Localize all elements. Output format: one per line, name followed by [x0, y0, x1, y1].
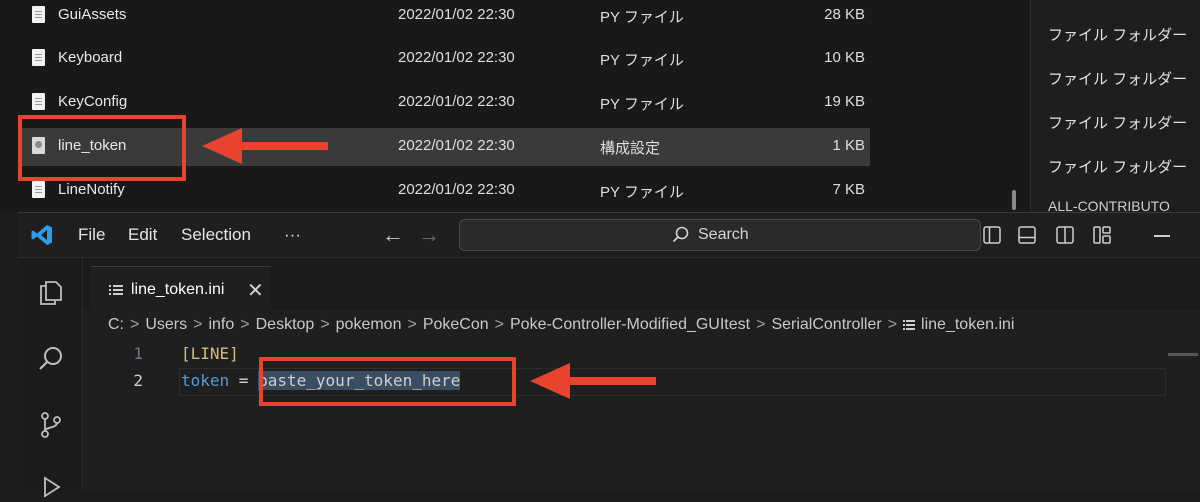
breadcrumb-item[interactable]: PokeCon	[423, 316, 489, 333]
explorer-scrollbar[interactable]	[1012, 190, 1016, 210]
file-date: 2022/01/02 22:30	[398, 181, 515, 198]
vscode-logo-icon	[31, 225, 52, 245]
activity-bar	[18, 258, 83, 498]
minimize-icon[interactable]	[1154, 235, 1170, 237]
folder-name-truncated: ALL-CONTRIBUTO	[1048, 198, 1170, 212]
file-type: PY ファイル	[600, 52, 684, 69]
menu-edit[interactable]: Edit	[128, 225, 157, 245]
ini-key: token	[181, 371, 230, 390]
file-row-keyboard[interactable]: Keyboard 2022/01/02 22:30 PY ファイル 10 KB	[20, 40, 870, 78]
explorer-files-icon[interactable]	[36, 276, 66, 306]
file-size: 10 KB	[824, 49, 865, 66]
breadcrumb-separator: >	[240, 316, 250, 333]
source-control-icon[interactable]	[36, 410, 66, 440]
breadcrumb-item[interactable]: info	[208, 316, 234, 333]
py-file-icon	[32, 49, 45, 66]
breadcrumb: C: > Users > info > Desktop > pokemon > PokeCon > Po…	[108, 316, 1014, 334]
breadcrumb-item[interactable]: line_token.ini	[921, 316, 1014, 333]
file-name: KeyConfig	[58, 93, 128, 110]
editor-tabs: line_token.ini ✕	[83, 258, 1200, 311]
file-type: PY ファイル	[600, 9, 684, 26]
file-size: 7 KB	[832, 181, 865, 198]
ini-file-icon	[903, 319, 916, 330]
breadcrumb-item[interactable]: Users	[145, 316, 187, 333]
py-file-icon	[32, 181, 45, 198]
folder-type-label: ファイル フォルダー	[1048, 71, 1188, 88]
title-bar: File Edit Selection ··· ← → Search	[18, 213, 1200, 258]
file-date: 2022/01/02 22:30	[398, 6, 515, 23]
breadcrumb-item[interactable]: C:	[108, 316, 124, 333]
folder-type-label: ファイル フォルダー	[1048, 115, 1188, 132]
file-date: 2022/01/02 22:30	[398, 93, 515, 110]
file-size: 1 KB	[832, 137, 865, 154]
file-type: PY ファイル	[600, 184, 684, 201]
search-icon	[672, 226, 689, 243]
ini-equals: =	[229, 371, 259, 390]
file-name: Keyboard	[58, 49, 123, 66]
file-name: GuiAssets	[58, 6, 127, 23]
breadcrumb-separator: >	[320, 316, 330, 333]
breadcrumb-item[interactable]: Poke-Controller-Modified_GUItest	[510, 316, 750, 333]
folder-type-label: ファイル フォルダー	[1048, 159, 1188, 176]
breadcrumb-separator: >	[130, 316, 140, 333]
file-size: 19 KB	[824, 93, 865, 110]
tab-line-token-ini[interactable]: line_token.ini ✕	[91, 266, 271, 311]
highlight-box-token	[259, 357, 516, 406]
file-date: 2022/01/02 22:30	[398, 49, 515, 66]
search-label: Search	[698, 226, 749, 243]
breadcrumb-separator: >	[494, 316, 504, 333]
breadcrumb-item[interactable]: Desktop	[256, 316, 315, 333]
breadcrumb-separator: >	[193, 316, 203, 333]
file-size: 28 KB	[824, 6, 865, 23]
file-name: LineNotify	[58, 181, 125, 198]
search-icon[interactable]	[36, 344, 66, 374]
file-type: PY ファイル	[600, 96, 684, 113]
command-search-box[interactable]: Search	[459, 219, 981, 251]
ini-file-icon	[109, 285, 123, 295]
menu-more[interactable]: ···	[284, 225, 301, 245]
folder-type-label: ファイル フォルダー	[1048, 27, 1188, 44]
toggle-primary-sidebar-icon[interactable]	[983, 226, 1001, 244]
close-icon[interactable]: ✕	[247, 278, 264, 303]
highlight-box-file	[18, 115, 186, 181]
ini-section: [LINE]	[181, 344, 239, 363]
breadcrumb-separator: >	[407, 316, 417, 333]
customize-layout-icon[interactable]	[1093, 226, 1111, 244]
breadcrumb-item[interactable]: SerialController	[771, 316, 881, 333]
back-arrow-icon[interactable]: ←	[382, 222, 404, 248]
py-file-icon	[32, 6, 45, 23]
breadcrumb-item[interactable]: pokemon	[336, 316, 402, 333]
minimap[interactable]	[1168, 353, 1198, 356]
red-arrow-icon	[530, 363, 656, 399]
file-row-guiassets[interactable]: GuiAssets 2022/01/02 22:30 PY ファイル 28 KB	[20, 0, 870, 35]
menu-selection[interactable]: Selection	[181, 225, 251, 245]
tab-label: line_token.ini	[131, 281, 225, 298]
breadcrumb-separator: >	[887, 316, 898, 333]
file-type: 構成設定	[600, 140, 661, 157]
py-file-icon	[32, 93, 45, 110]
toggle-panel-icon[interactable]	[1018, 226, 1036, 244]
vscode-window: File Edit Selection ··· ← → Search line_…	[18, 212, 1200, 498]
menu-file[interactable]: File	[78, 225, 105, 245]
toggle-secondary-sidebar-icon[interactable]	[1056, 226, 1074, 244]
red-arrow-icon	[202, 128, 328, 164]
file-date: 2022/01/02 22:30	[398, 137, 515, 154]
line-number: 1	[133, 344, 143, 363]
line-number: 2	[133, 371, 143, 390]
run-debug-icon[interactable]	[36, 472, 66, 502]
breadcrumb-separator: >	[756, 316, 766, 333]
forward-arrow-icon[interactable]: →	[418, 222, 440, 248]
